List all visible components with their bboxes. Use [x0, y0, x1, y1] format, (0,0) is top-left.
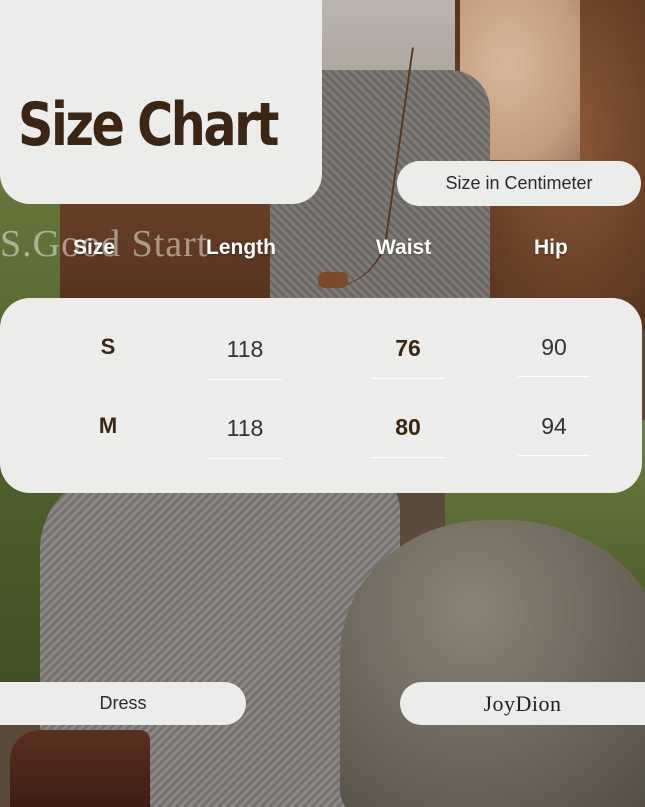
waist-cell: 76 — [395, 335, 421, 361]
length-cell: 118 — [226, 415, 264, 441]
table-header: Size Length Waist Hip — [0, 236, 645, 272]
length-cell: 118 — [226, 336, 264, 362]
divider — [518, 455, 590, 456]
divider — [208, 379, 282, 380]
title-card: Size Chart — [0, 0, 322, 204]
hip-cell: 94 — [541, 413, 567, 439]
divider — [372, 378, 444, 379]
unit-badge: Size in Centimeter — [397, 161, 641, 206]
divider — [208, 458, 282, 459]
table-row: M 118 80 94 — [0, 413, 642, 493]
boot — [10, 730, 150, 807]
header-size: Size — [73, 236, 116, 259]
size-cell: S — [100, 334, 116, 359]
divider — [372, 457, 444, 458]
table-row: S 118 76 90 — [0, 334, 642, 414]
header-waist: Waist — [376, 236, 432, 259]
rock — [340, 520, 645, 807]
brand-badge: JoyDion — [400, 682, 645, 725]
waist-cell: 80 — [395, 414, 421, 440]
size-cell: M — [98, 413, 118, 438]
divider — [518, 376, 590, 377]
size-table: S 118 76 90 M 118 80 94 — [0, 298, 642, 493]
category-badge: Dress — [0, 682, 246, 725]
header-length: Length — [206, 236, 276, 259]
hip-cell: 90 — [541, 334, 567, 360]
header-hip: Hip — [534, 236, 568, 259]
page-title: Size Chart — [18, 90, 279, 160]
necklace-pendant — [318, 272, 348, 288]
